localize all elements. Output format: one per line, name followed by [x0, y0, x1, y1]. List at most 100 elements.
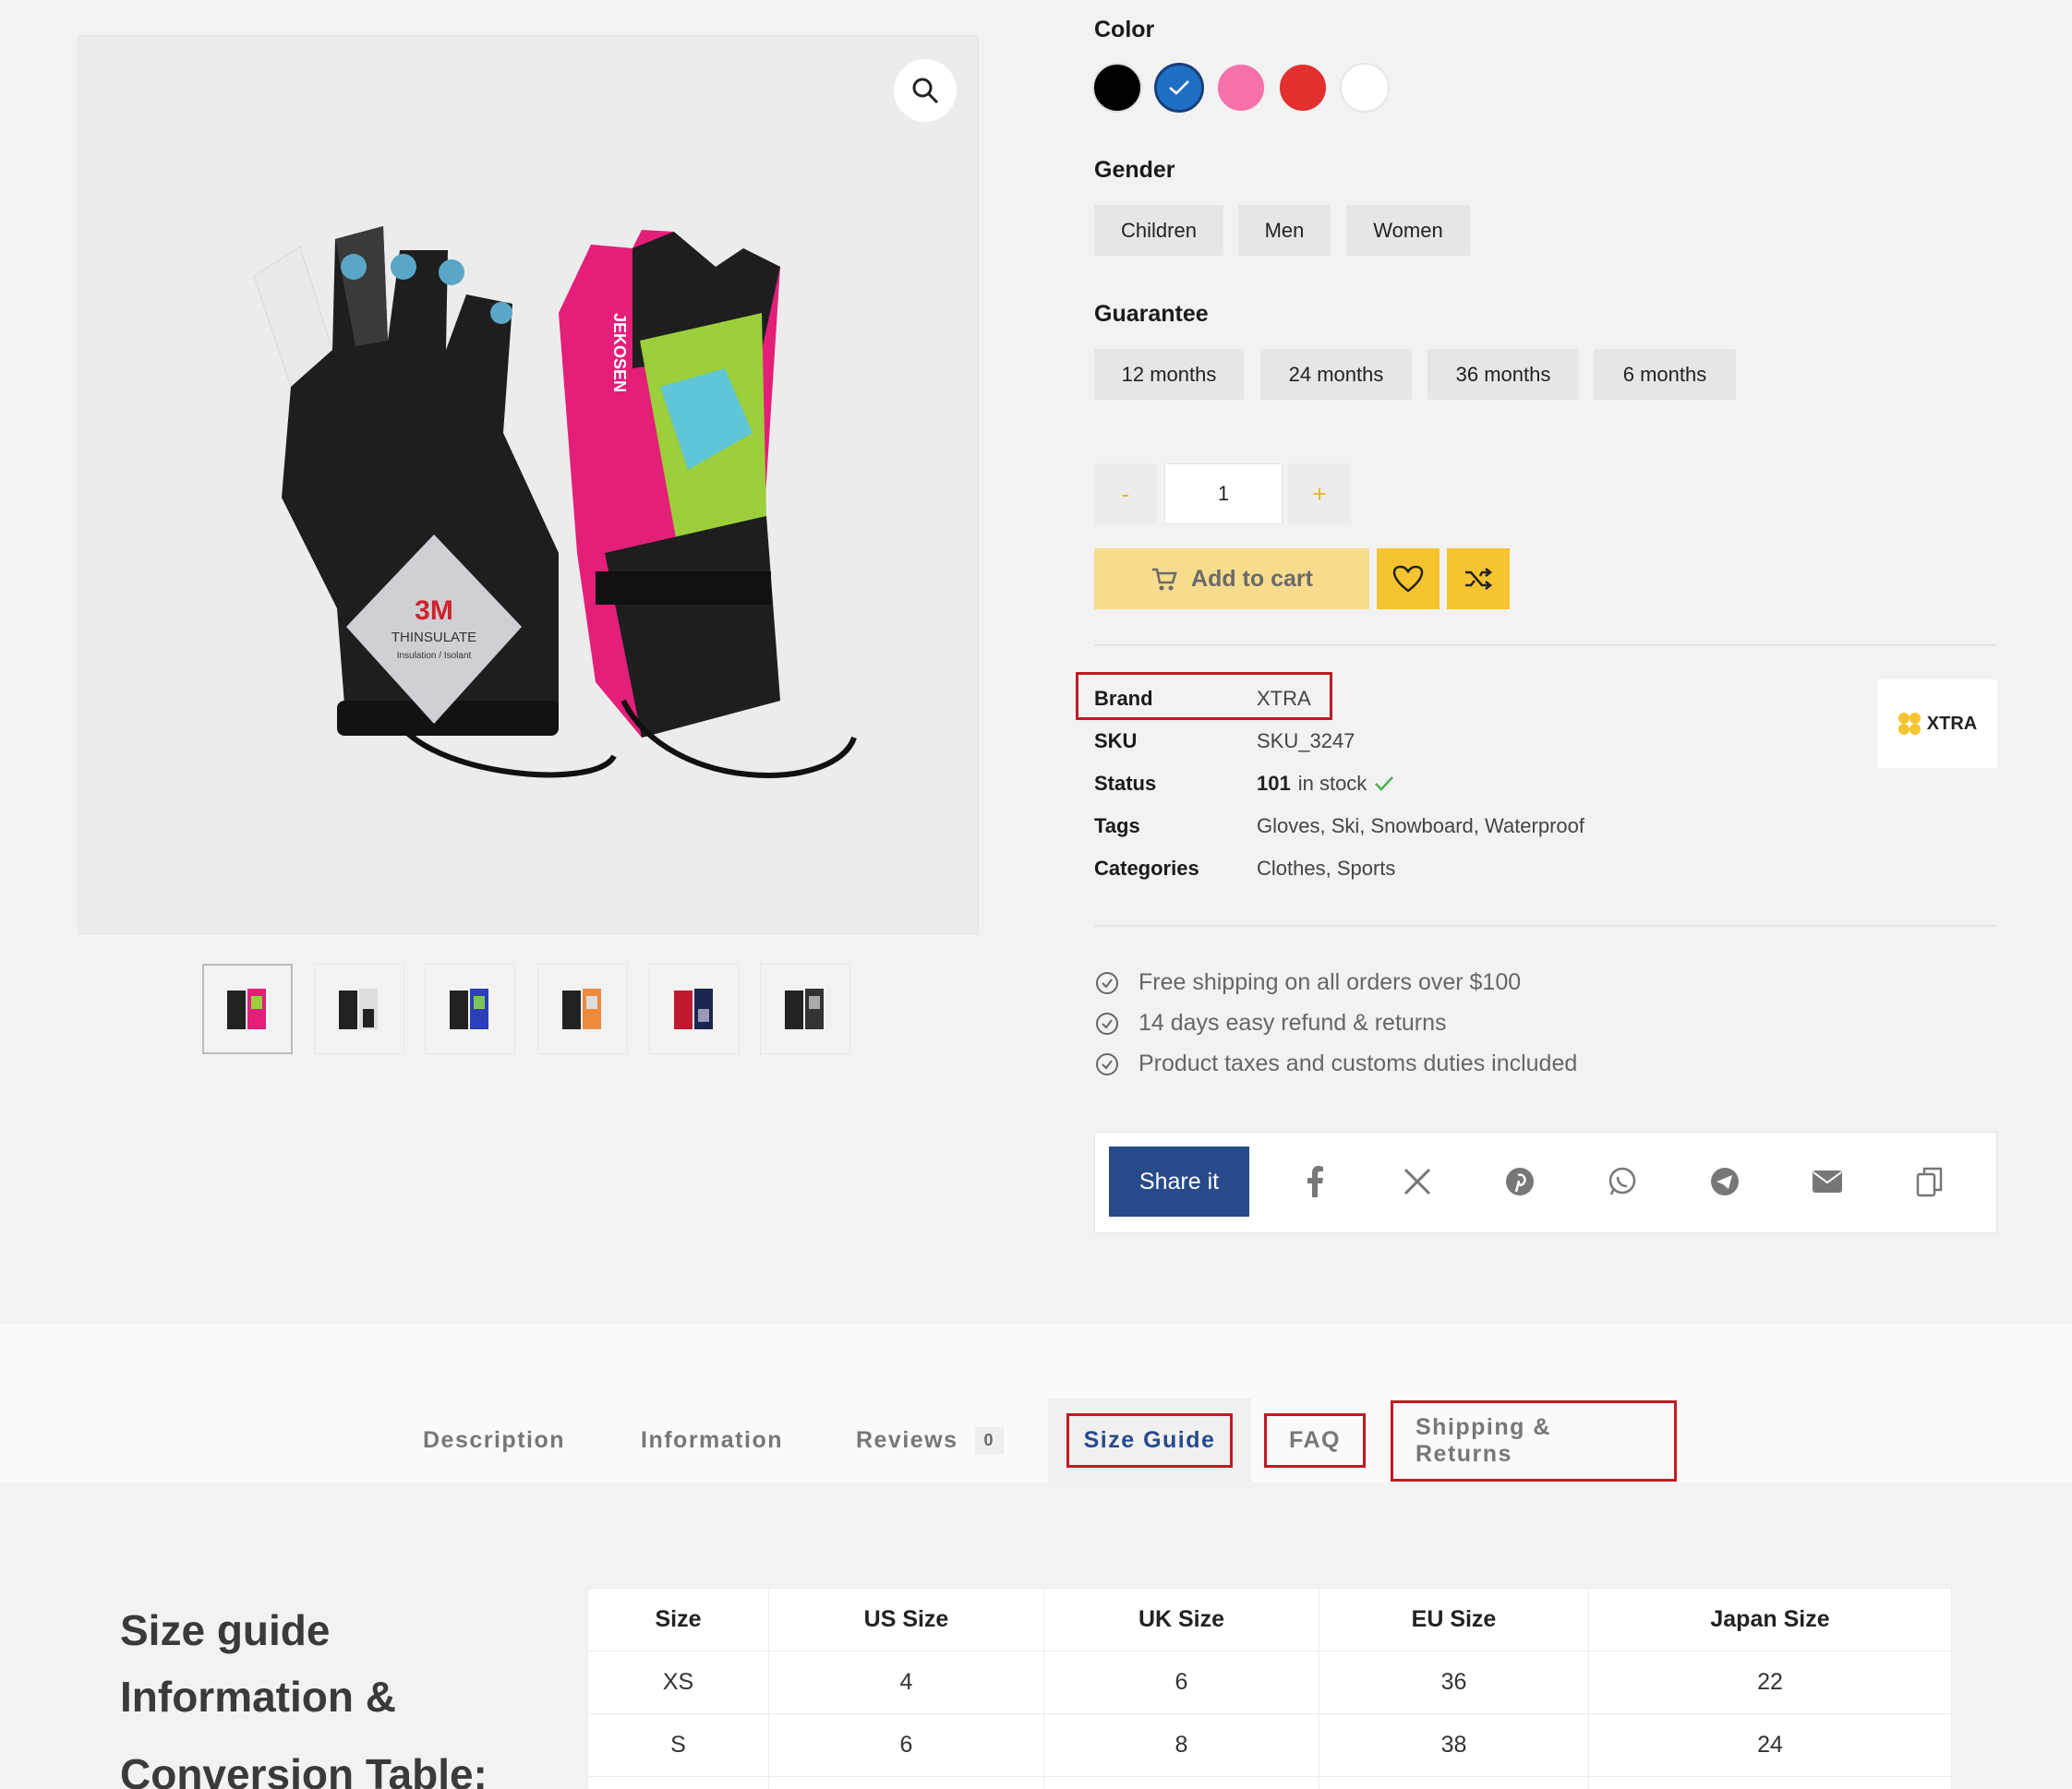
guarantee-option-6[interactable]: 6 months — [1594, 349, 1736, 400]
table-cell: 6 — [1043, 1651, 1319, 1714]
check-icon — [1375, 776, 1394, 791]
add-to-cart-label: Add to cart — [1191, 565, 1313, 592]
cart-icon — [1152, 568, 1177, 591]
gender-option-men[interactable]: Men — [1238, 205, 1331, 256]
stock-count: 101 — [1257, 772, 1291, 795]
categories-value[interactable]: Clothes, Sports — [1257, 857, 1395, 881]
color-swatch-pink[interactable] — [1216, 63, 1266, 113]
thumbnail-6[interactable] — [760, 964, 850, 1054]
quantity-input[interactable]: 1 — [1164, 463, 1283, 524]
telegram-icon[interactable] — [1706, 1163, 1743, 1200]
brand-label: Brand — [1094, 687, 1153, 710]
brand-logo[interactable]: XTRA — [1877, 679, 1997, 768]
guarantee-option-36[interactable]: 36 months — [1428, 349, 1579, 400]
check-circle-icon — [1096, 971, 1118, 994]
thumbnail-5[interactable] — [649, 964, 740, 1054]
tab-description[interactable]: Description — [388, 1399, 600, 1483]
gender-option-women[interactable]: Women — [1346, 205, 1470, 256]
stock-text: in stock — [1297, 772, 1367, 795]
table-header: EU Size — [1319, 1588, 1589, 1651]
faq-highlight: FAQ — [1264, 1413, 1366, 1468]
table-cell — [587, 1776, 769, 1789]
table-header: UK Size — [1043, 1588, 1319, 1651]
svg-text:JEKOSEN: JEKOSEN — [610, 313, 629, 392]
wishlist-button[interactable] — [1377, 548, 1440, 609]
svg-text:THINSULATE: THINSULATE — [392, 630, 476, 645]
color-swatch-white[interactable] — [1340, 63, 1390, 113]
search-icon — [912, 78, 939, 104]
tab-reviews[interactable]: Reviews 0 — [824, 1399, 1036, 1483]
check-circle-icon — [1096, 1052, 1118, 1075]
feature-item: Free shipping on all orders over $100 — [1094, 969, 1521, 996]
size-conversion-table: Size US Size UK Size EU Size Japan Size … — [587, 1588, 1952, 1789]
size-guide-title: Size guide Information & Conversion Tabl… — [120, 1603, 600, 1789]
brand-value[interactable]: XTRA — [1257, 687, 1311, 711]
table-cell: 24 — [1588, 1713, 1952, 1777]
color-label: Color — [1094, 17, 1155, 42]
guarantee-option-24[interactable]: 24 months — [1260, 349, 1412, 400]
table-row — [587, 1776, 1952, 1789]
thumbnail-image — [674, 989, 713, 1029]
tab-reviews-label: Reviews — [855, 1427, 958, 1453]
tab-size-guide[interactable]: Size Guide — [1048, 1399, 1251, 1483]
feature-text: 14 days easy refund & returns — [1138, 1010, 1447, 1036]
sku-value: SKU_3247 — [1257, 729, 1355, 752]
guarantee-label: Guarantee — [1094, 301, 1209, 327]
x-icon[interactable] — [1399, 1163, 1436, 1200]
table-cell — [1319, 1776, 1589, 1789]
size-guide-title-line: Conversion Table: — [120, 1750, 488, 1789]
qty-increase-button[interactable]: + — [1288, 463, 1351, 524]
table-row: S 6 8 38 24 — [587, 1713, 1952, 1777]
table-cell: 8 — [1043, 1713, 1319, 1777]
table-cell — [1588, 1776, 1952, 1789]
tab-information[interactable]: Information — [606, 1399, 818, 1483]
tabs-area — [0, 1324, 2072, 1483]
product-main-image[interactable]: 3M THINSULATE Insulation / Isolant JEKOS… — [78, 35, 979, 934]
whatsapp-icon[interactable] — [1604, 1163, 1641, 1200]
table-cell — [768, 1776, 1044, 1789]
thumbnail-1[interactable] — [202, 964, 293, 1054]
gender-option-children[interactable]: Children — [1094, 205, 1223, 256]
copy-icon[interactable] — [1911, 1163, 1948, 1200]
guarantee-option-12[interactable]: 12 months — [1094, 349, 1244, 400]
qty-decrease-button[interactable]: - — [1094, 463, 1157, 524]
color-swatch-blue[interactable] — [1154, 63, 1204, 113]
table-cell: 6 — [768, 1713, 1044, 1777]
tags-value[interactable]: Gloves, Ski, Snowboard, Waterproof — [1257, 814, 1584, 838]
color-swatch-black[interactable] — [1092, 63, 1142, 113]
sku-label: SKU — [1094, 729, 1138, 752]
check-circle-icon — [1096, 1012, 1118, 1035]
size-guide-title-line: Size guide — [120, 1606, 331, 1654]
gender-label: Gender — [1094, 157, 1175, 183]
check-icon — [1169, 80, 1189, 95]
table-cell: 36 — [1319, 1651, 1589, 1714]
share-button[interactable]: Share it — [1109, 1147, 1249, 1217]
thumbnail-4[interactable] — [537, 964, 628, 1054]
add-to-cart-button[interactable]: Add to cart — [1094, 548, 1369, 609]
table-header: Size — [587, 1588, 769, 1651]
divider — [1094, 925, 1997, 927]
color-swatch-red[interactable] — [1278, 63, 1328, 113]
facebook-icon[interactable] — [1296, 1163, 1333, 1200]
feature-item: 14 days easy refund & returns — [1094, 1010, 1447, 1037]
compare-button[interactable] — [1447, 548, 1510, 609]
table-row: XS 4 6 36 22 — [587, 1651, 1952, 1714]
zoom-button[interactable] — [894, 59, 957, 122]
table-cell: 4 — [768, 1651, 1044, 1714]
heart-icon — [1392, 565, 1424, 593]
tab-faq[interactable]: FAQ — [1261, 1399, 1368, 1483]
email-icon[interactable] — [1809, 1163, 1846, 1200]
table-header: Japan Size — [1588, 1588, 1952, 1651]
feature-text: Free shipping on all orders over $100 — [1138, 969, 1522, 995]
table-cell: 22 — [1588, 1651, 1952, 1714]
thumbnail-image — [227, 989, 266, 1029]
pinterest-icon[interactable] — [1501, 1163, 1538, 1200]
table-cell — [1043, 1776, 1319, 1789]
thumbnail-3[interactable] — [425, 964, 515, 1054]
status-label: Status — [1094, 772, 1157, 795]
thumbnail-2[interactable] — [314, 964, 404, 1054]
table-header: US Size — [768, 1588, 1044, 1651]
size-guide-title-line: Information & — [120, 1673, 396, 1721]
tab-shipping-returns[interactable]: Shipping & Returns — [1391, 1399, 1677, 1483]
shipping-highlight: Shipping & Returns — [1391, 1399, 1677, 1482]
